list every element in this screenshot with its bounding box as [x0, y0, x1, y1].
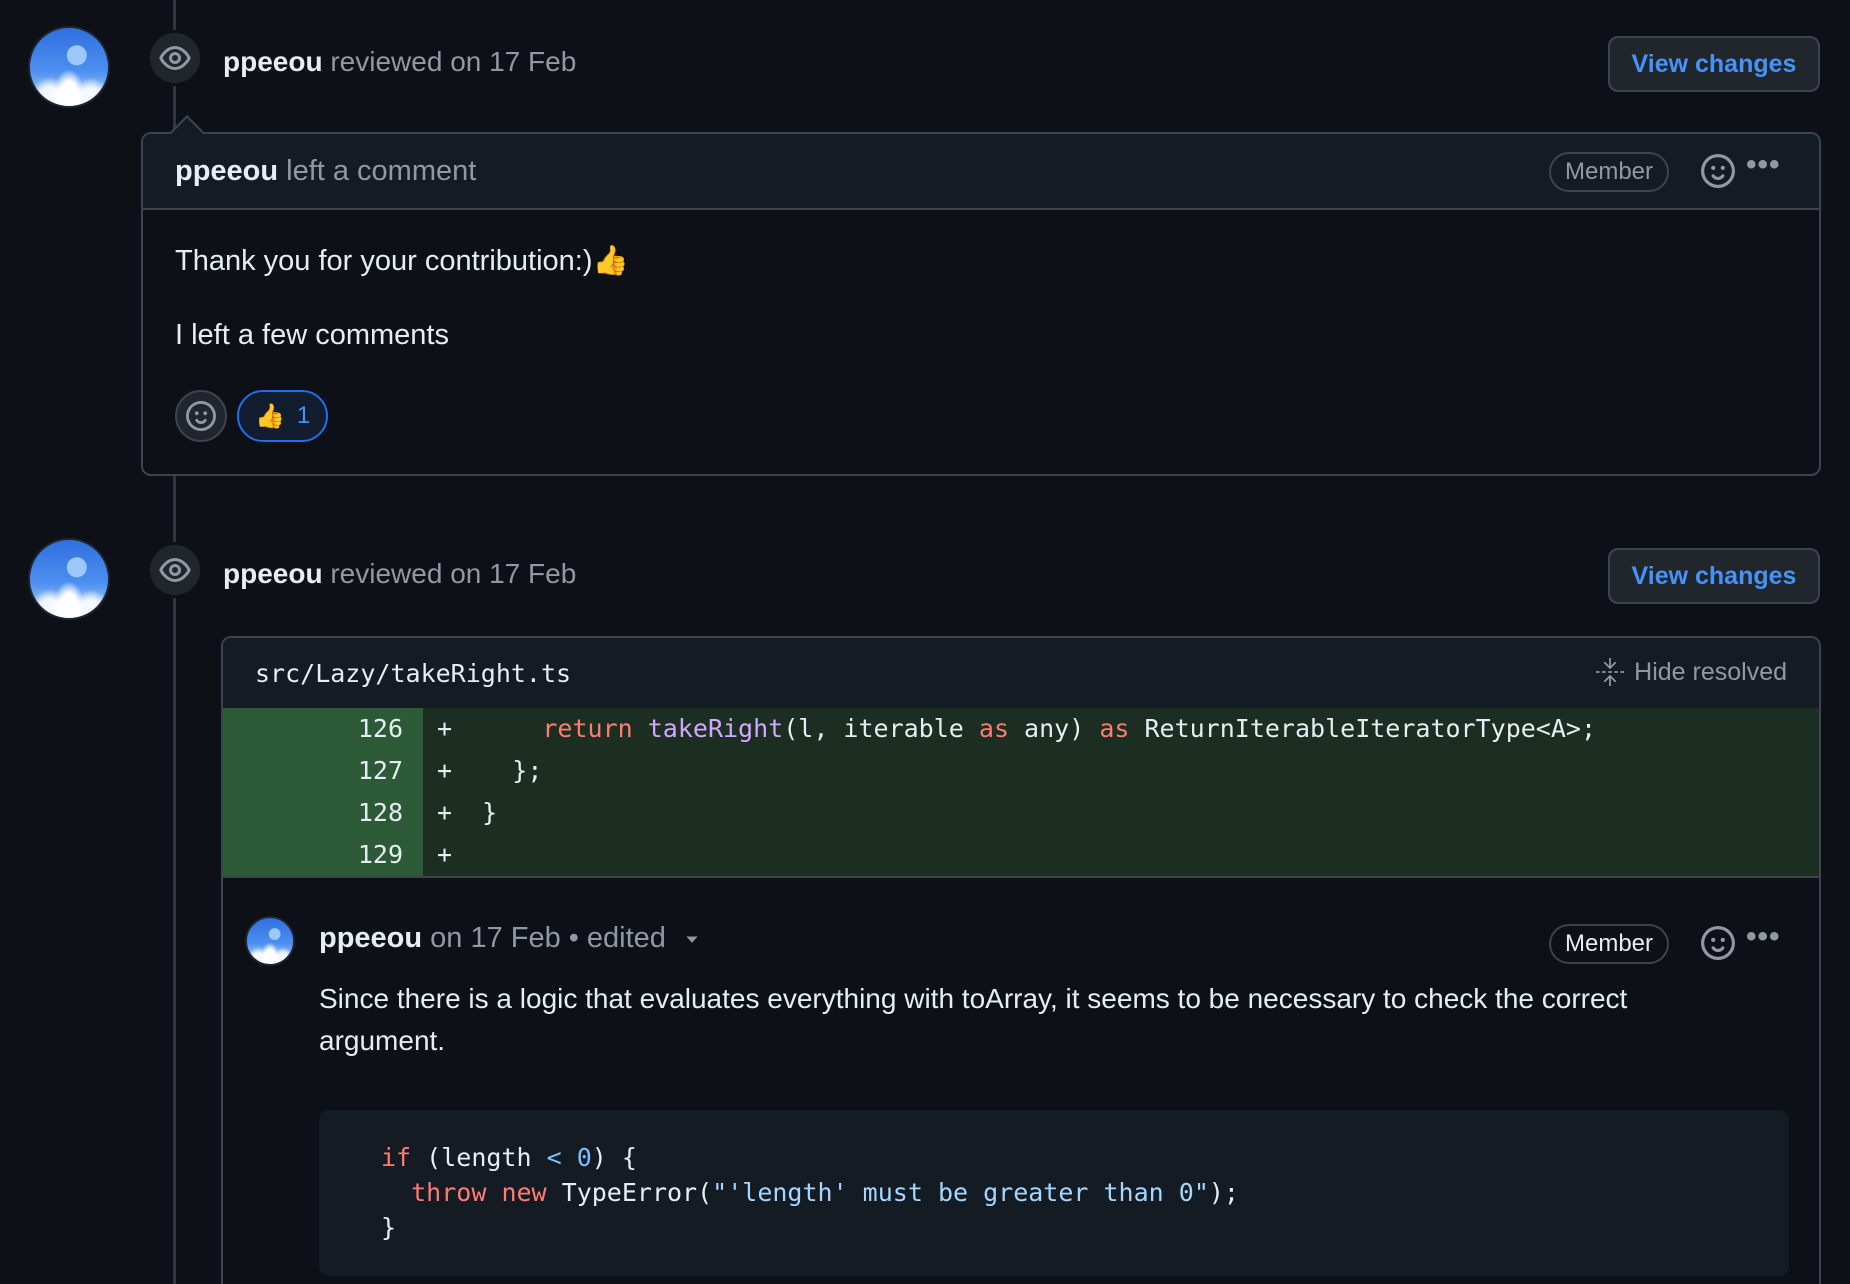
- hide-resolved-button[interactable]: Hide resolved: [1596, 656, 1787, 688]
- divider: [223, 876, 1819, 878]
- kebab-icon[interactable]: •••: [1746, 148, 1781, 182]
- comment-action: left a comment: [286, 154, 477, 187]
- inline-comment-header: ppeeou on 17 Feb • edited: [319, 922, 702, 955]
- comment-paragraph: I left a few comments: [175, 319, 449, 351]
- comment-author[interactable]: ppeeou: [175, 155, 278, 188]
- line-number[interactable]: 126: [223, 708, 423, 750]
- diff-line: 127 + };: [223, 750, 1819, 792]
- review-date[interactable]: on 17 Feb: [450, 558, 576, 589]
- review-header: ppeeou reviewed on 17 Feb: [223, 46, 576, 78]
- fold-icon: [1596, 658, 1625, 686]
- member-badge: Member: [1549, 924, 1670, 964]
- comment-date[interactable]: on 17 Feb: [430, 922, 561, 955]
- diff-code: + return takeRight(l, iterable as any) a…: [423, 708, 1819, 750]
- file-path[interactable]: src/Lazy/takeRight.ts: [255, 659, 571, 688]
- separator: •: [568, 922, 579, 954]
- reactions: 👍 1: [175, 390, 329, 442]
- review-header: ppeeou reviewed on 17 Feb: [223, 558, 576, 590]
- code-block: if (length < 0) { throw new TypeError("'…: [319, 1110, 1789, 1276]
- line-number[interactable]: 129: [223, 834, 423, 876]
- reaction-count: 1: [296, 402, 311, 429]
- diff-line: 128 + }: [223, 792, 1819, 834]
- review-author[interactable]: ppeeou: [223, 46, 323, 77]
- review-action: reviewed: [330, 46, 443, 77]
- smiley-icon[interactable]: [1701, 154, 1735, 188]
- comment-body: Thank you for your contribution:)👍 I lef…: [143, 210, 1819, 352]
- avatar[interactable]: [245, 916, 295, 966]
- avatar[interactable]: [28, 538, 110, 620]
- eye-icon: [147, 30, 203, 86]
- review-action: reviewed: [330, 558, 443, 589]
- diff-sign: +: [437, 714, 453, 743]
- diff-code: + }: [423, 792, 1819, 834]
- comment-paragraph: Thank you for your contribution:)👍: [175, 245, 629, 277]
- kebab-icon[interactable]: •••: [1746, 920, 1781, 954]
- avatar[interactable]: [28, 26, 110, 108]
- review-date[interactable]: on 17 Feb: [450, 46, 576, 77]
- view-changes-button[interactable]: View changes: [1608, 548, 1820, 604]
- thumbs-up-reaction[interactable]: 👍 1: [237, 390, 329, 442]
- diff-line: 126 + return takeRight(l, iterable as an…: [223, 708, 1819, 750]
- eye-icon: [147, 542, 203, 598]
- review-author[interactable]: ppeeou: [223, 558, 323, 589]
- line-number[interactable]: 127: [223, 750, 423, 792]
- add-reaction-button[interactable]: [175, 390, 227, 442]
- smiley-icon[interactable]: [1701, 926, 1735, 960]
- thumbs-up-icon: 👍: [255, 402, 285, 430]
- member-badge: Member: [1549, 152, 1670, 192]
- diff-code: +: [423, 834, 1819, 876]
- diff-line: 129 +: [223, 834, 1819, 876]
- triangle-down-icon[interactable]: [682, 929, 702, 949]
- file-header: src/Lazy/takeRight.ts: [223, 638, 1819, 708]
- inline-comment-body: Since there is a logic that evaluates ev…: [319, 983, 1628, 1056]
- comment-author[interactable]: ppeeou: [319, 922, 422, 955]
- line-number[interactable]: 128: [223, 792, 423, 834]
- review-thread: src/Lazy/takeRight.ts Hide resolved 126 …: [221, 636, 1821, 1284]
- diff-sign: +: [437, 756, 453, 785]
- review-comment: ppeeou left a comment Member ••• Thank y…: [141, 115, 1821, 476]
- diff-sign: +: [437, 840, 453, 869]
- diff-code: + };: [423, 750, 1819, 792]
- hide-resolved-label: Hide resolved: [1634, 657, 1787, 686]
- edited-label[interactable]: edited: [587, 922, 666, 955]
- smiley-icon: [186, 401, 216, 431]
- view-changes-button[interactable]: View changes: [1608, 36, 1820, 92]
- diff-sign: +: [437, 798, 453, 827]
